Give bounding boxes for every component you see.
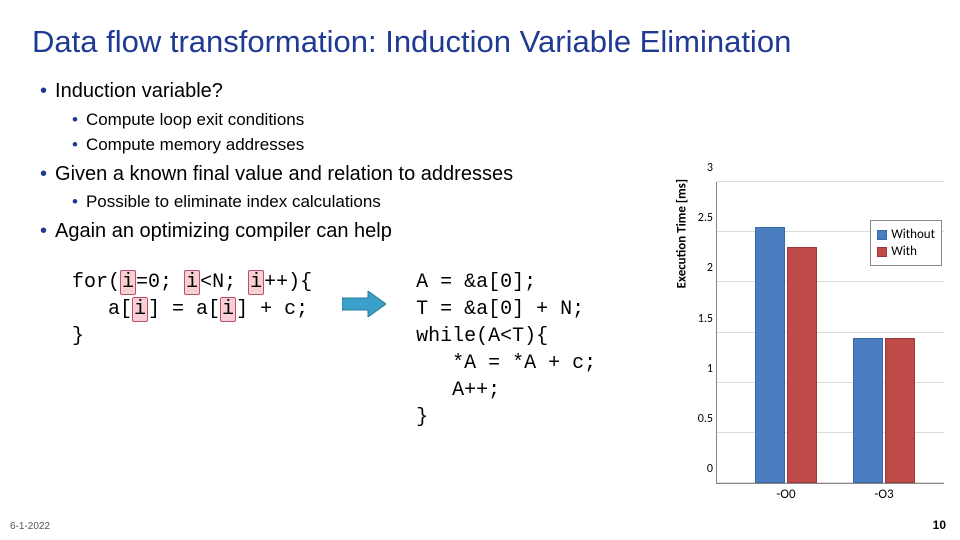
- bullet-level1: •Induction variable?: [40, 78, 928, 106]
- chart-xtick: -O0: [776, 483, 795, 502]
- code-highlight: i: [248, 270, 264, 295]
- code-right: A = &a[0]; T = &a[0] + N; while(A<T){ *A…: [416, 269, 596, 431]
- legend-item: With: [877, 244, 935, 259]
- code-line: A++;: [416, 379, 500, 402]
- chart-ytick: 2: [707, 261, 717, 275]
- code-line: *A = *A + c;: [416, 352, 596, 375]
- chart-ylabel: Execution Time [ms]: [675, 179, 690, 288]
- chart-legend: Without With: [870, 220, 942, 266]
- code-highlight: i: [120, 270, 136, 295]
- chart-ytick: 0: [707, 462, 717, 476]
- code-token: ++){: [264, 271, 312, 294]
- code-highlight: i: [220, 297, 236, 322]
- legend-item: Without: [877, 227, 935, 242]
- code-token: for(: [72, 271, 120, 294]
- code-token: ] + c;: [236, 298, 308, 321]
- code-token: <N;: [200, 271, 248, 294]
- page-number: 10: [933, 518, 946, 532]
- chart-ytick: 2.5: [698, 211, 717, 225]
- bullet-text: Possible to eliminate index calculations: [86, 192, 381, 211]
- chart-bar: [755, 227, 785, 483]
- legend-label: Without: [891, 227, 935, 242]
- legend-swatch-icon: [877, 230, 887, 240]
- code-token: }: [72, 325, 84, 348]
- code-highlight: i: [184, 270, 200, 295]
- code-line: A = &a[0];: [416, 271, 536, 294]
- arrow-right-icon: [342, 291, 386, 322]
- chart-bar: [787, 247, 817, 483]
- slide-title: Data flow transformation: Induction Vari…: [32, 24, 928, 60]
- code-line: T = &a[0] + N;: [416, 298, 584, 321]
- legend-label: With: [891, 244, 917, 259]
- code-token: ] = a[: [148, 298, 220, 321]
- footer-date: 6-1-2022: [10, 521, 50, 532]
- chart-gridline: [717, 281, 944, 282]
- chart-gridline: [717, 181, 944, 182]
- bullet-text: Given a known final value and relation t…: [55, 163, 513, 185]
- chart-bar: [885, 338, 915, 483]
- chart-xtick: -O3: [874, 483, 893, 502]
- code-line: while(A<T){: [416, 325, 548, 348]
- slide: Data flow transformation: Induction Vari…: [0, 0, 960, 540]
- bullet-text: Compute loop exit conditions: [86, 110, 304, 129]
- chart-ytick: 3: [707, 161, 717, 175]
- legend-swatch-icon: [877, 247, 887, 257]
- chart-bar: [853, 338, 883, 483]
- bullet-level2: •Compute memory addresses: [72, 133, 928, 156]
- code-line: }: [416, 406, 428, 429]
- bullet-text: Again an optimizing compiler can help: [55, 220, 392, 242]
- chart-gridline: [717, 332, 944, 333]
- chart-ytick: 0.5: [698, 412, 717, 426]
- bullet-text: Compute memory addresses: [86, 135, 304, 154]
- bullet-text: Induction variable?: [55, 80, 223, 102]
- code-token: =0;: [136, 271, 184, 294]
- bullet-level2: •Compute loop exit conditions: [72, 108, 928, 131]
- code-token: a[: [72, 298, 132, 321]
- code-left: for(i=0; i<N; i++){ a[i] = a[i] + c; }: [72, 269, 312, 350]
- chart-ytick: 1: [707, 362, 717, 376]
- chart-ytick: 1.5: [698, 312, 717, 326]
- bar-chart: Execution Time [ms] 00.511.522.53-O0-O3 …: [686, 178, 948, 508]
- code-highlight: i: [132, 297, 148, 322]
